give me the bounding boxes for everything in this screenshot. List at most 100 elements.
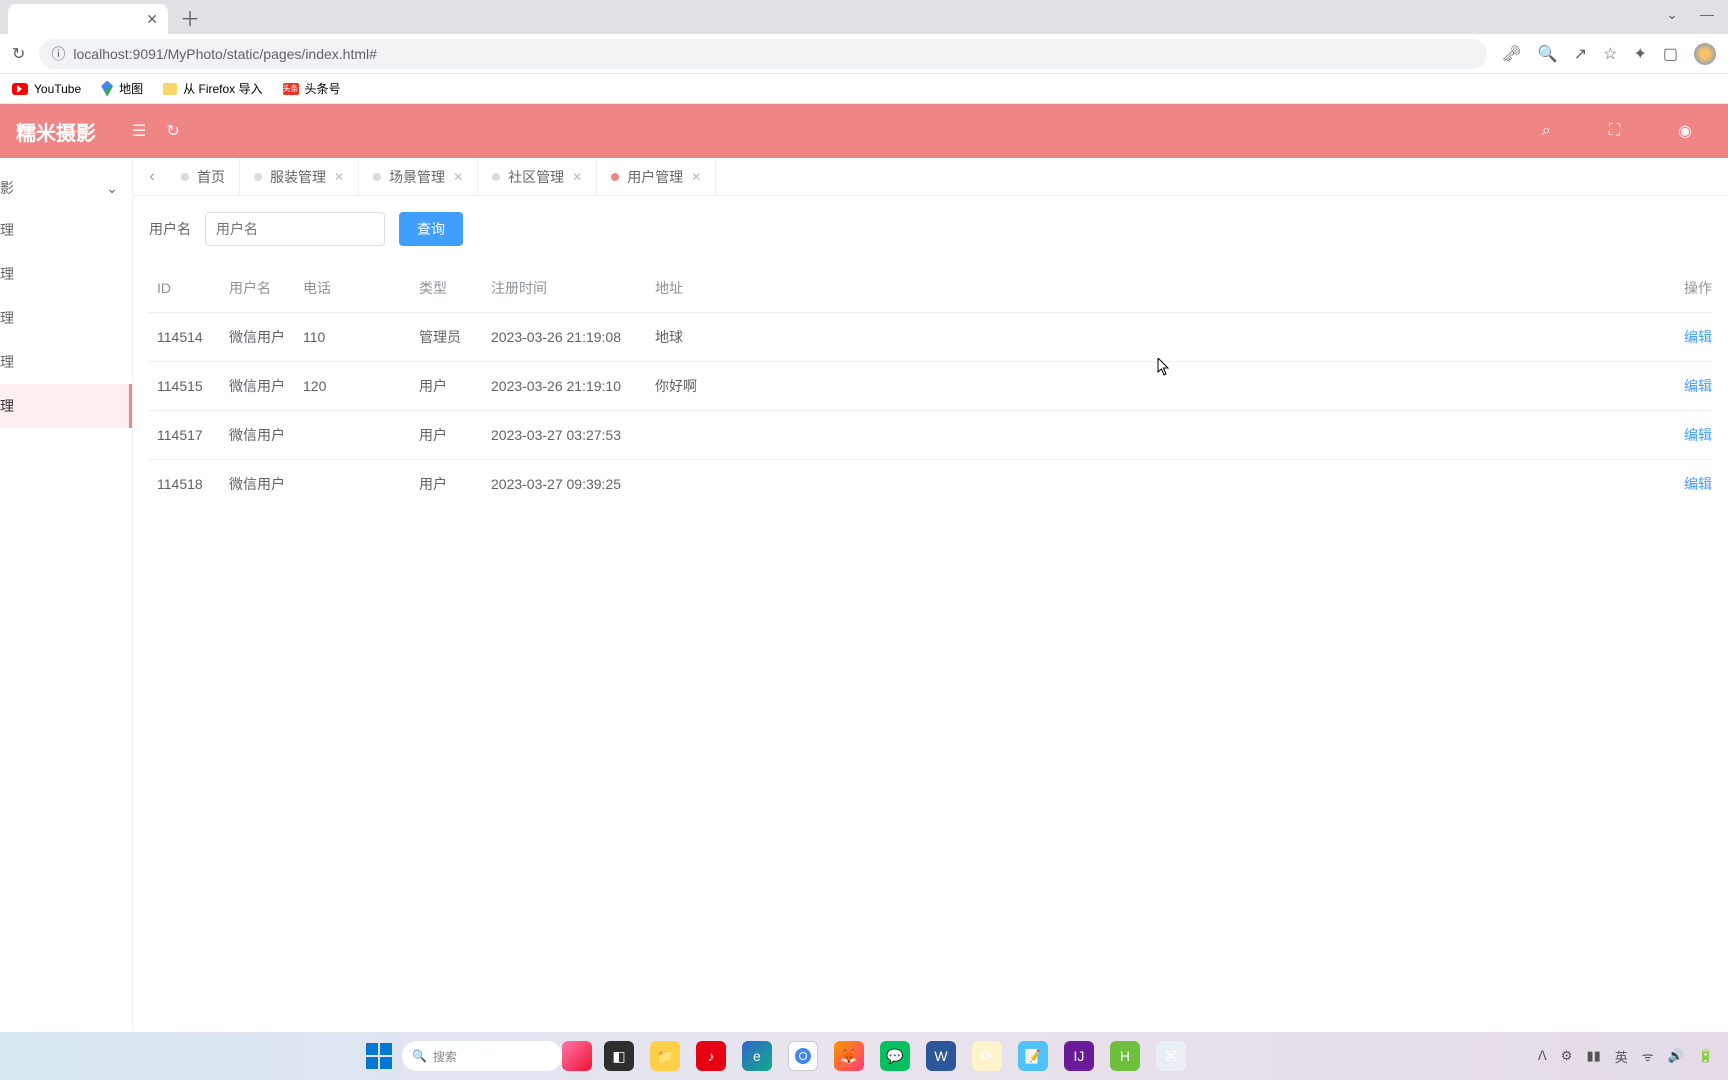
cell-username: 微信用户 [221,313,295,362]
tab-label: 首页 [197,167,225,187]
chevron-down-icon: ⌄ [106,180,118,197]
tray-settings-icon[interactable]: ⚙ [1561,1048,1573,1064]
tabs-scroll-left-icon[interactable]: ‹ [137,168,167,186]
ime-indicator[interactable]: 英 [1615,1047,1628,1066]
app-yellow-icon[interactable]: ⟳ [972,1041,1002,1071]
file-explorer-icon[interactable]: 📁 [650,1041,680,1071]
system-tray: ᐱ ⚙ ▮▮ 英 ᯤ 🔊 🔋 [1538,1047,1714,1066]
app-header: 糯米摄影 ☰ ↻ ⌕ ⛶ ◉ [0,104,1728,158]
edit-link[interactable]: 编辑 [1662,411,1712,460]
tab-scene[interactable]: 场景管理 ✕ [359,158,478,196]
key-icon[interactable]: 🗝 [1501,44,1521,64]
start-button[interactable] [366,1043,392,1069]
cell-phone [295,460,411,509]
chrome-icon[interactable] [788,1041,818,1071]
tab-dot-icon [181,173,189,181]
bookmark-maps[interactable]: 地图 [101,80,143,97]
edit-link[interactable]: 编辑 [1662,460,1712,509]
refresh-icon[interactable]: ↻ [166,121,179,141]
cell-phone: 120 [295,362,411,411]
tab-home[interactable]: 首页 [167,158,240,196]
bookmark-firefox-import[interactable]: 从 Firefox 导入 [163,80,262,97]
site-info-icon[interactable]: ⓘ [51,44,65,64]
wechat-icon[interactable]: 💬 [880,1041,910,1071]
edit-link[interactable]: 编辑 [1662,313,1712,362]
table-row: 114518 微信用户 用户 2023-03-27 09:39:25 编辑 [149,460,1712,509]
bookmark-youtube[interactable]: YouTube [12,82,81,96]
tab-user[interactable]: 用户管理 ✕ [597,158,716,196]
cell-regtime: 2023-03-27 09:39:25 [483,460,647,509]
cell-id: 114515 [149,362,221,411]
tab-label: 场景管理 [389,167,445,187]
reload-icon[interactable]: ↻ [12,44,25,64]
tray-chevron-icon[interactable]: ᐱ [1538,1048,1547,1064]
taskbar-app-1[interactable] [562,1041,592,1071]
dropdown-icon[interactable]: ⌄ [1666,6,1678,23]
fullscreen-icon[interactable]: ⛶ [1609,122,1620,140]
close-icon[interactable]: ✕ [572,170,582,184]
cell-address [647,411,1662,460]
new-tab-button[interactable]: ＋ [180,3,200,32]
address-bar: ↻ ⓘ localhost:9091/MyPhoto/static/pages/… [0,34,1728,74]
url-input[interactable]: ⓘ localhost:9091/MyPhoto/static/pages/in… [39,39,1487,69]
cell-regtime: 2023-03-26 21:19:10 [483,362,647,411]
volume-icon[interactable]: 🔊 [1668,1048,1684,1064]
user-table: ID 用户名 电话 类型 注册时间 地址 操作 114514 微信用户 110 [149,264,1712,508]
close-icon[interactable]: ✕ [453,170,463,184]
profile-avatar[interactable] [1694,43,1716,65]
close-tab-icon[interactable]: ✕ [146,11,158,28]
sidebar-item-2[interactable]: 理 [0,296,132,340]
share-icon[interactable]: ↗ [1574,44,1587,64]
notepad-icon[interactable]: 📝 [1018,1041,1048,1071]
sidebar-item-0[interactable]: 理 [0,208,132,252]
app-gray-icon[interactable]: ⌘ [1156,1041,1186,1071]
app-logo: 糯米摄影 [16,117,96,146]
search-button[interactable]: 查询 [399,212,463,246]
tab-label: 服装管理 [270,167,326,187]
minimize-icon[interactable]: — [1700,6,1714,23]
tab-clothing[interactable]: 服装管理 ✕ [240,158,359,196]
intellij-icon[interactable]: IJ [1064,1041,1094,1071]
tab-label: 用户管理 [627,167,683,187]
bookmark-label: 从 Firefox 导入 [183,80,262,97]
side-panel-icon[interactable]: ▢ [1663,44,1678,64]
url-text: localhost:9091/MyPhoto/static/pages/inde… [73,46,377,62]
username-input[interactable] [205,212,385,246]
sidebar-item-1[interactable]: 理 [0,252,132,296]
sidebar-group-header[interactable]: 影 ⌄ [0,168,132,208]
search-placeholder: 搜索 [433,1048,457,1065]
tray-monitor-icon[interactable]: ▮▮ [1586,1048,1600,1064]
firefox-icon[interactable]: 🦊 [834,1041,864,1071]
close-icon[interactable]: ✕ [334,170,344,184]
sidebar-group-label: 影 [0,178,14,198]
word-icon[interactable]: W [926,1041,956,1071]
search-icon[interactable]: ⌕ [1542,122,1551,140]
tab-dot-icon [373,173,381,181]
hbuilder-icon[interactable]: H [1110,1041,1140,1071]
zoom-icon[interactable]: 🔍 [1538,44,1558,64]
bookmark-bar: YouTube 地图 从 Firefox 导入 头条 头条号 [0,74,1728,104]
content-tabs: ‹ 首页 服装管理 ✕ 场景管理 ✕ 社区管理 ✕ 用户 [133,158,1728,196]
edit-link[interactable]: 编辑 [1662,362,1712,411]
taskbar-app-2[interactable]: ◧ [604,1041,634,1071]
toutiao-icon: 头条 [283,83,299,95]
taskbar-search[interactable]: 🔍 搜索 [402,1041,562,1071]
sidebar-item-3[interactable]: 理 [0,340,132,384]
tab-community[interactable]: 社区管理 ✕ [478,158,597,196]
bookmark-toutiao[interactable]: 头条 头条号 [283,80,341,97]
netease-music-icon[interactable]: ♪ [696,1041,726,1071]
battery-icon[interactable]: 🔋 [1698,1048,1714,1064]
edge-icon[interactable]: e [742,1041,772,1071]
close-icon[interactable]: ✕ [691,170,701,184]
extensions-icon[interactable]: ✦ [1633,44,1646,64]
sidebar-toggle-icon[interactable]: ☰ [132,121,146,141]
browser-tab[interactable]: ✕ [8,4,168,34]
bookmark-label: 头条号 [305,80,341,97]
user-icon[interactable]: ◉ [1678,121,1692,141]
cell-type: 管理员 [411,313,483,362]
search-icon: 🔍 [412,1049,427,1063]
tab-label: 社区管理 [508,167,564,187]
sidebar-item-4[interactable]: 理 [0,384,132,428]
wifi-icon[interactable]: ᯤ [1642,1047,1654,1065]
star-icon[interactable]: ☆ [1603,44,1617,64]
